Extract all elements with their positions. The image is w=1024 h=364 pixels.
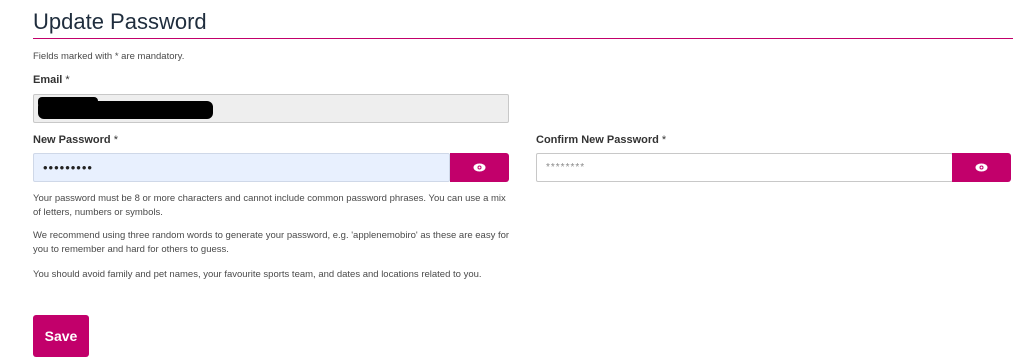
show-new-password-button[interactable] bbox=[450, 153, 509, 182]
email-label-text: Email bbox=[33, 74, 63, 86]
mandatory-note: Fields marked with * are mandatory. bbox=[33, 51, 185, 62]
confirm-password-input[interactable] bbox=[536, 153, 953, 182]
confirm-password-label: Confirm New Password * bbox=[536, 134, 666, 146]
eye-icon bbox=[975, 163, 988, 172]
new-password-label-text: New Password bbox=[33, 134, 111, 146]
save-button[interactable]: Save bbox=[33, 315, 89, 357]
required-mark: * bbox=[65, 74, 70, 86]
page-title: Update Password bbox=[33, 9, 207, 34]
redaction-bar bbox=[38, 101, 213, 119]
show-confirm-password-button[interactable] bbox=[952, 153, 1011, 182]
confirm-password-label-text: Confirm New Password bbox=[536, 134, 659, 146]
required-mark: * bbox=[661, 134, 667, 146]
eye-icon bbox=[473, 163, 486, 172]
required-mark: * bbox=[113, 134, 118, 146]
new-password-label: New Password * bbox=[33, 134, 118, 146]
password-help-length: Your password must be 8 or more characte… bbox=[33, 193, 506, 218]
password-help-words: We recommend using three random words to… bbox=[33, 230, 510, 255]
password-help-avoid: You should avoid family and pet names, y… bbox=[33, 269, 482, 280]
email-label: Email * bbox=[33, 74, 70, 86]
new-password-input[interactable] bbox=[33, 153, 450, 182]
title-divider bbox=[33, 38, 1013, 39]
